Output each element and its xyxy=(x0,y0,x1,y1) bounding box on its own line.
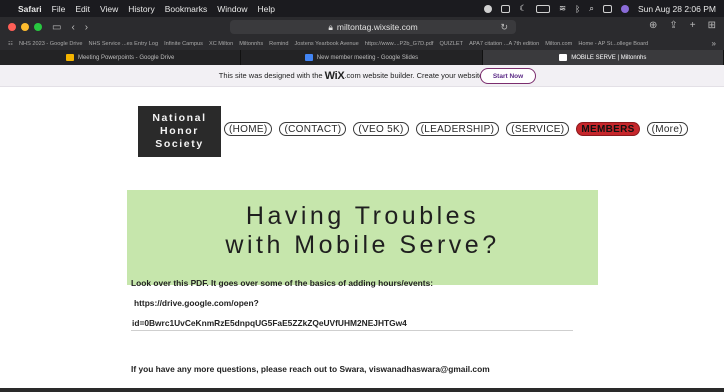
menu-file[interactable]: File xyxy=(52,4,66,14)
close-window-button[interactable] xyxy=(8,23,16,31)
intro-text: Look over this PDF. It goes over some of… xyxy=(131,278,434,288)
record-icon[interactable] xyxy=(484,4,493,13)
tab-label: MOBILE SERVE | Miltonnhs xyxy=(571,54,647,61)
web-page: This site was designed with the WiX .com… xyxy=(0,65,724,392)
menu-window[interactable]: Window xyxy=(217,4,247,14)
zoom-window-button[interactable] xyxy=(34,23,42,31)
bluetooth-icon[interactable]: ᛒ xyxy=(575,4,580,14)
reload-icon[interactable]: ↻ xyxy=(500,22,508,33)
favorite-link[interactable]: Infinite Campus xyxy=(164,41,203,47)
favorite-link[interactable]: APA7 citation ...A 7th edition xyxy=(469,41,539,47)
hero-banner: Having Troubles with Mobile Serve? xyxy=(127,190,598,285)
menu-edit[interactable]: Edit xyxy=(75,4,90,14)
nav-contact[interactable]: (CONTACT) xyxy=(279,122,347,136)
favorite-link[interactable]: XC Milton xyxy=(209,41,233,47)
divider xyxy=(131,330,573,331)
nav-veo-5k[interactable]: (VEO 5K) xyxy=(353,122,409,136)
tab-label: New member meeting - Google Slides xyxy=(316,54,419,61)
back-icon[interactable]: ‹ xyxy=(71,22,74,33)
wix-favicon-icon xyxy=(559,54,568,61)
favorites-overflow-icon[interactable]: » xyxy=(712,39,716,48)
forward-icon[interactable]: › xyxy=(85,22,88,33)
favorite-link[interactable]: Home - AP St...ollege Board xyxy=(578,41,648,47)
control-center-icon[interactable] xyxy=(603,4,613,13)
nav-leadership[interactable]: (LEADERSHIP) xyxy=(415,122,500,136)
browser-toolbar: ▭ ‹ › ◐ 🔒︎ miltontag.wixsite.com ↻ ⊕ ⇪ +… xyxy=(0,17,724,37)
siri-icon[interactable] xyxy=(621,4,630,13)
menu-help[interactable]: Help xyxy=(257,4,274,14)
sidebar-toggle-icon[interactable]: ▭ xyxy=(52,22,61,33)
favorite-link[interactable]: Milton.com xyxy=(545,41,572,47)
favorites-bar: ☷ NHS 2023 - Google Drive NHS Service ..… xyxy=(0,37,724,50)
display-icon[interactable] xyxy=(501,4,511,13)
app-menu-safari[interactable]: Safari xyxy=(18,4,42,14)
site-nav: (HOME) (CONTACT) (VEO 5K) (LEADERSHIP) (… xyxy=(224,122,688,136)
favorite-link[interactable]: Miltonnhs xyxy=(239,41,263,47)
lock-icon: 🔒︎ xyxy=(328,21,333,32)
nav-service[interactable]: (SERVICE) xyxy=(506,122,570,136)
favorite-link[interactable]: https://www....P2b_G7D.pdf xyxy=(365,41,434,47)
menu-history[interactable]: History xyxy=(128,4,154,14)
wix-banner-prefix: This site was designed with the xyxy=(218,71,323,80)
share-icon[interactable]: ⇪ xyxy=(669,20,677,31)
tab-meeting-powerpoints[interactable]: Meeting Powerpoints - Google Drive xyxy=(0,50,242,65)
hero-title-line-1: Having Troubles xyxy=(245,202,480,230)
logo-line-3: Society xyxy=(155,138,204,150)
nav-home[interactable]: (HOME) xyxy=(224,122,273,136)
favorite-link[interactable]: NHS 2023 - Google Drive xyxy=(19,41,82,47)
tab-new-member-meeting[interactable]: New member meeting - Google Slides xyxy=(241,50,483,65)
contact-text: If you have any more questions, please r… xyxy=(131,364,490,374)
start-now-button[interactable]: Start Now xyxy=(480,68,536,84)
menu-bookmarks[interactable]: Bookmarks xyxy=(165,4,208,14)
clock[interactable]: Sun Aug 28 2:06 PM xyxy=(638,4,716,14)
download-icon[interactable]: ⊕ xyxy=(649,20,657,31)
favorite-link[interactable]: Jostens Yearbook Avenue xyxy=(294,41,358,47)
google-drive-icon xyxy=(65,54,74,61)
favorite-link[interactable]: Remind xyxy=(269,41,288,47)
address-bar[interactable]: 🔒︎ miltontag.wixsite.com ↻ xyxy=(230,20,516,34)
tab-overview-icon[interactable]: ⊞ xyxy=(708,20,716,31)
minimize-window-button[interactable] xyxy=(21,23,29,31)
favorite-link[interactable]: QUIZLET xyxy=(439,41,463,47)
logo-line-2: Honor xyxy=(160,125,199,137)
bottom-edge xyxy=(0,388,724,392)
tab-label: Meeting Powerpoints - Google Drive xyxy=(77,54,175,61)
tab-bar: Meeting Powerpoints - Google Drive New m… xyxy=(0,50,724,65)
macos-menu-bar: Safari File Edit View History Bookmarks … xyxy=(0,0,724,17)
pdf-link-part-2[interactable]: id=0Bwrc1UvCeKnmRzE5dnpqUG5FaE5ZZkZQeUVf… xyxy=(132,318,407,328)
tab-mobile-serve[interactable]: MOBILE SERVE | Miltonnhs xyxy=(482,50,724,65)
new-tab-icon[interactable]: + xyxy=(690,20,696,31)
battery-icon[interactable] xyxy=(536,4,551,13)
menu-view[interactable]: View xyxy=(100,4,118,14)
google-slides-icon xyxy=(304,54,313,61)
nav-more[interactable]: (More) xyxy=(646,122,688,136)
wix-ad-banner: This site was designed with the WiX .com… xyxy=(0,65,724,87)
favorite-link[interactable]: NHS Service ...es Entry Log xyxy=(88,41,158,47)
hero-title-line-2: with Mobile Serve? xyxy=(225,231,500,259)
nav-members[interactable]: MEMBERS xyxy=(576,122,640,136)
moon-icon[interactable]: ☾ xyxy=(519,3,527,14)
site-logo[interactable]: National Honor Society xyxy=(138,106,221,157)
wix-brand[interactable]: WiX xyxy=(325,70,345,82)
address-bar-url: miltontag.wixsite.com xyxy=(336,22,418,32)
logo-line-1: National xyxy=(152,112,207,124)
search-icon[interactable]: ⌕ xyxy=(589,3,594,14)
pdf-link-part-1[interactable]: https://drive.google.com/open? xyxy=(134,298,259,308)
wifi-icon[interactable]: ≋ xyxy=(559,3,566,14)
favorites-icon[interactable]: ☷ xyxy=(8,41,13,47)
